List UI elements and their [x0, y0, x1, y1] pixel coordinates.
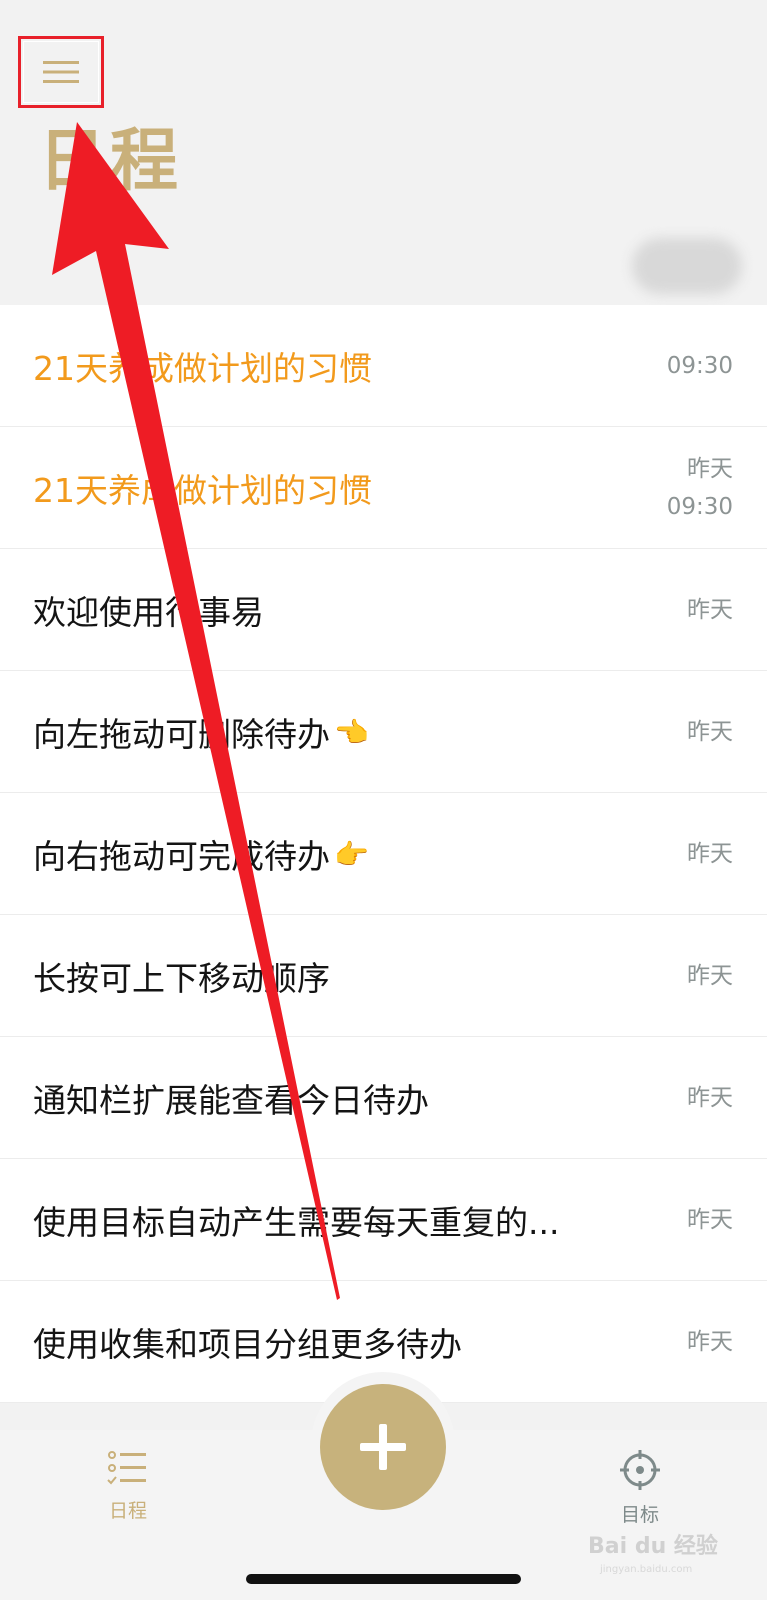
item-title: 21天养成做计划的习惯: [33, 471, 372, 510]
blurred-element: [632, 238, 742, 294]
plus-icon: [360, 1424, 406, 1470]
tab-goal[interactable]: 目标: [580, 1448, 700, 1527]
item-title: 长按可上下移动顺序: [33, 959, 330, 998]
header: 日程: [0, 0, 767, 305]
tab-schedule[interactable]: 日程: [68, 1448, 188, 1523]
item-time: 昨天: [687, 1085, 733, 1111]
list-item[interactable]: 长按可上下移动顺序 昨天: [0, 915, 767, 1037]
watermark-sub: jingyan.baidu.com: [600, 1564, 693, 1575]
list-item[interactable]: 向右拖动可完成待办 👉 昨天: [0, 793, 767, 915]
tab-schedule-label: 日程: [108, 1500, 147, 1522]
item-title: 通知栏扩展能查看今日待办: [33, 1081, 429, 1120]
item-time: 昨天 09:30: [666, 456, 733, 520]
menu-button[interactable]: [18, 36, 104, 108]
item-time: 昨天: [687, 719, 733, 745]
item-title: 欢迎使用行事易: [33, 593, 264, 632]
item-time: 09:30: [666, 353, 733, 379]
item-time: 昨天: [687, 1207, 733, 1233]
watermark: Bai du 经验: [588, 1534, 718, 1559]
item-time: 昨天: [687, 841, 733, 867]
item-title: 使用目标自动产生需要每天重复的...: [33, 1203, 560, 1242]
item-time: 昨天: [687, 597, 733, 623]
crosshair-target-icon: [620, 1450, 660, 1490]
tab-goal-label: 目标: [620, 1504, 659, 1526]
item-title: 向右拖动可完成待办 👉: [33, 837, 369, 876]
item-time: 昨天: [687, 1329, 733, 1355]
list-item[interactable]: 21天养成做计划的习惯 09:30: [0, 305, 767, 427]
todo-list: 21天养成做计划的习惯 09:30 21天养成做计划的习惯 昨天 09:30 欢迎…: [0, 305, 767, 1403]
item-title: 21天养成做计划的习惯: [33, 349, 372, 388]
pointing-left-icon: 👈: [334, 715, 369, 749]
hamburger-menu-icon: [43, 61, 79, 83]
home-indicator: [246, 1574, 521, 1584]
list-item[interactable]: 21天养成做计划的习惯 昨天 09:30: [0, 427, 767, 549]
list-item[interactable]: 向左拖动可删除待办 👈 昨天: [0, 671, 767, 793]
item-title: 向左拖动可删除待办 👈: [33, 715, 369, 754]
list-item[interactable]: 通知栏扩展能查看今日待办 昨天: [0, 1037, 767, 1159]
list-icon: [107, 1451, 146, 1485]
page-title: 日程: [38, 122, 183, 201]
list-item[interactable]: 使用目标自动产生需要每天重复的... 昨天: [0, 1159, 767, 1281]
list-item[interactable]: 欢迎使用行事易 昨天: [0, 549, 767, 671]
item-time: 昨天: [687, 963, 733, 989]
pointing-right-icon: 👉: [334, 837, 369, 871]
add-button[interactable]: [320, 1384, 446, 1510]
